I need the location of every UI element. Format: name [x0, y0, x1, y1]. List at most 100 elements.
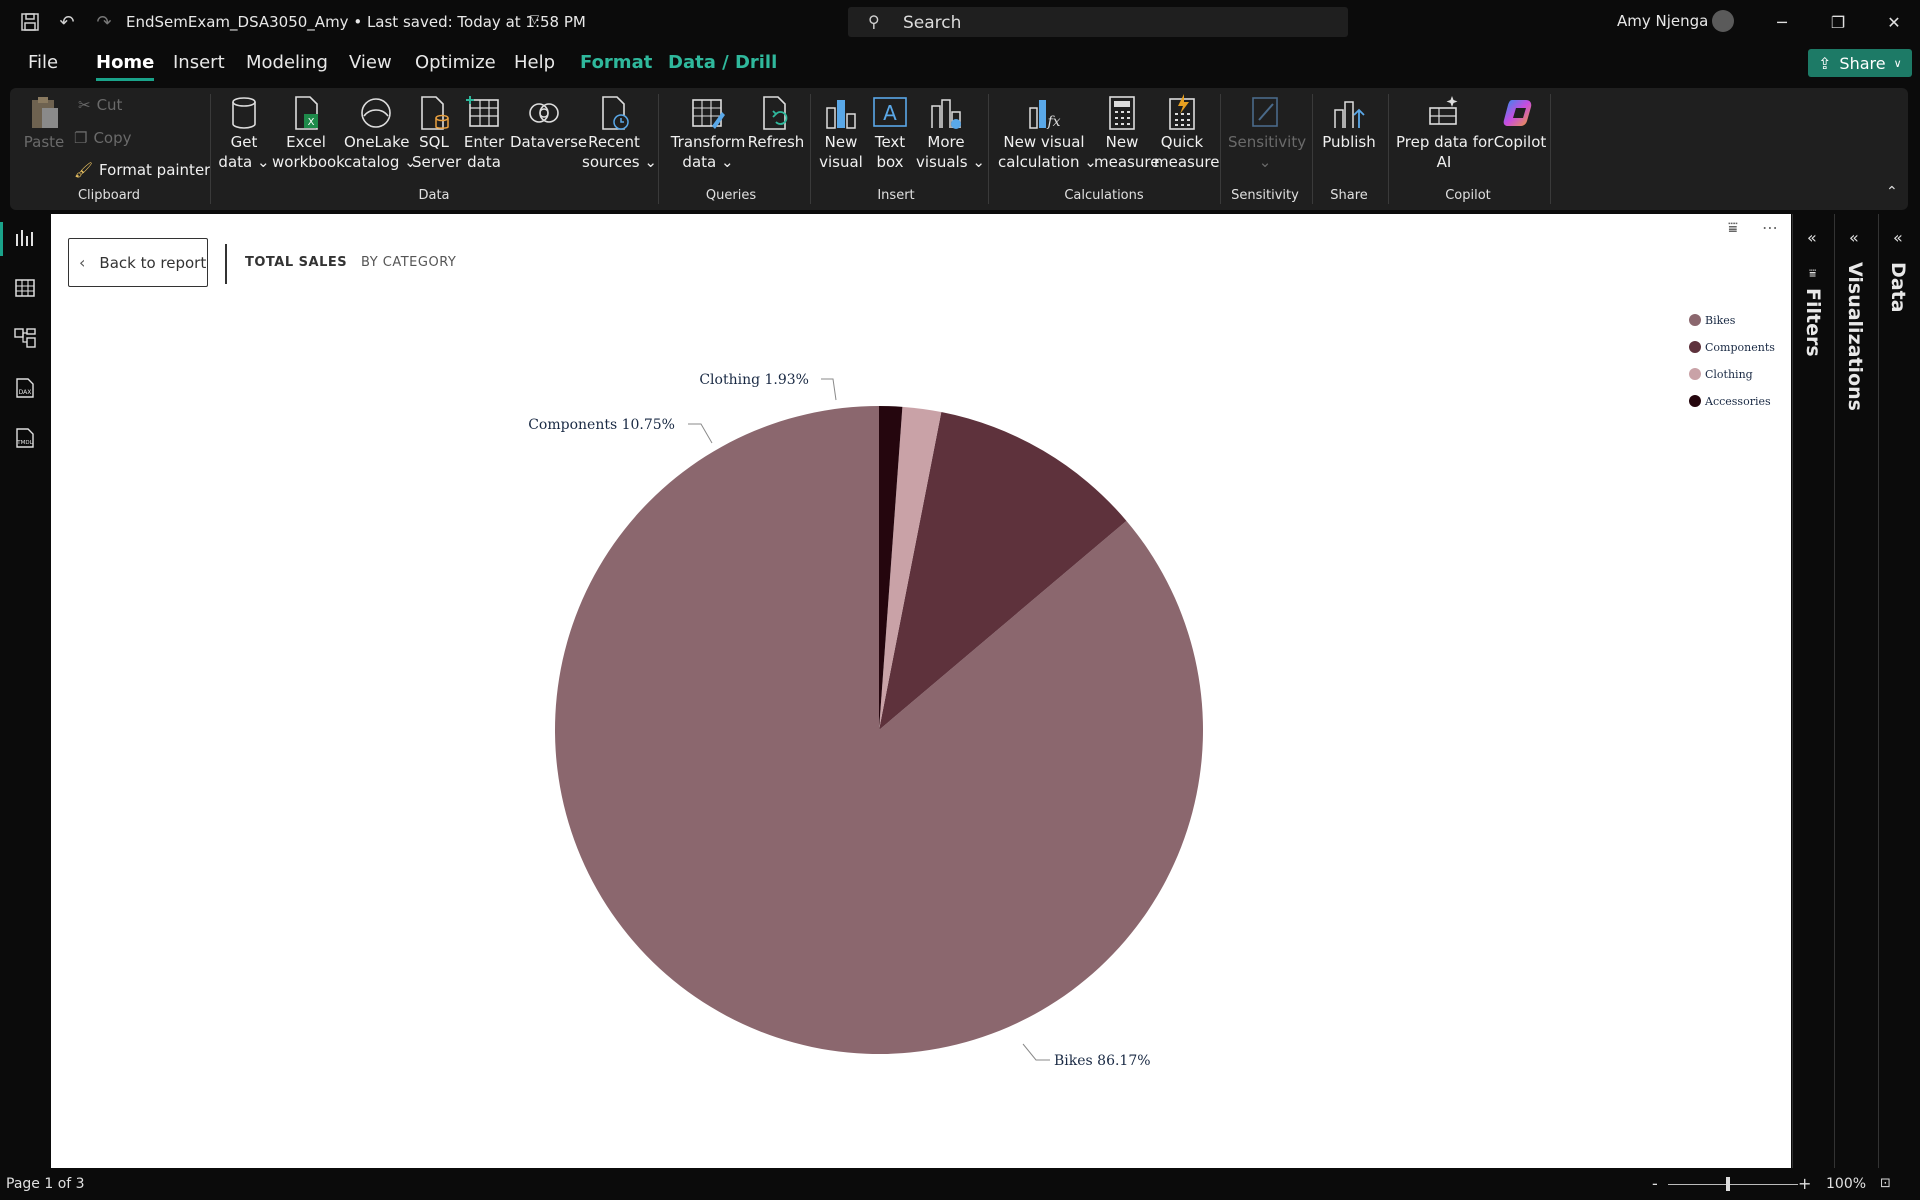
new-measure-button[interactable]: New measure [1094, 94, 1159, 172]
new-visual-label: New [824, 133, 858, 151]
publish-button[interactable]: Publish [1320, 94, 1378, 152]
refresh-button[interactable]: Refresh [746, 94, 806, 152]
svg-text:fx: fx [1046, 114, 1060, 130]
avatar[interactable] [1712, 10, 1734, 32]
title-dropdown-icon[interactable]: ▽ [530, 12, 539, 26]
table-view-icon[interactable] [13, 276, 37, 300]
search-icon: ⚲ [868, 12, 880, 31]
text-box-button[interactable]: A Text box [870, 94, 910, 172]
report-view-icon[interactable] [13, 226, 37, 250]
save-icon[interactable] [18, 10, 42, 34]
sql-label: SQL [419, 133, 449, 151]
zoom-out-button[interactable]: - [1652, 1174, 1658, 1193]
dataverse-button[interactable]: Dataverse [510, 94, 587, 152]
filter-icon: ⩸ [1809, 266, 1817, 280]
menu-insert[interactable]: Insert [173, 52, 225, 73]
quick-measure-label-2: measure [1154, 153, 1220, 171]
dax-query-view-icon[interactable]: DAX [13, 376, 37, 400]
legend-item-bikes[interactable]: Bikes [1705, 314, 1736, 327]
get-data-button[interactable]: Get data ⌄ [218, 94, 270, 172]
menu-optimize[interactable]: Optimize [415, 52, 496, 73]
new-visual-label-2: visual [819, 153, 863, 171]
chevron-left-icon[interactable]: « [1849, 228, 1859, 247]
transform-data-button[interactable]: Transform data ⌄ [670, 94, 746, 172]
active-view-indicator [0, 222, 3, 256]
close-icon[interactable]: ✕ [1874, 8, 1914, 36]
search-box[interactable]: ⚲ Search [848, 7, 1348, 37]
more-visuals-label-2: visuals ⌄ [916, 153, 985, 171]
menu-file[interactable]: File [28, 52, 58, 73]
copy-label: Copy [93, 129, 132, 147]
sql-label-2: Server [412, 153, 462, 171]
more-visuals-button[interactable]: More visuals ⌄ [916, 94, 985, 172]
cut-button[interactable]: ✂ Cut [78, 96, 122, 114]
quick-measure-button[interactable]: Quick measure [1154, 94, 1220, 172]
new-visual-button[interactable]: New visual [818, 94, 864, 172]
legend-item-clothing[interactable]: Clothing [1705, 368, 1753, 381]
publish-label: Publish [1322, 133, 1376, 151]
data-label-components: Components 10.75% [528, 417, 675, 433]
group-clipboard: Clipboard [77, 188, 141, 203]
copy-button[interactable]: ❐ Copy [74, 129, 132, 147]
report-canvas: ‹ Back to report TOTAL SALES BY CATEGORY… [51, 214, 1791, 1168]
legend-item-accessories[interactable]: Accessories [1704, 395, 1771, 408]
data-pane-title: Data [1887, 262, 1909, 313]
collapse-ribbon-icon[interactable]: ⌃ [1886, 184, 1898, 200]
menu-format[interactable]: Format [580, 52, 652, 73]
zoom-in-button[interactable]: + [1798, 1174, 1811, 1193]
menu-modeling[interactable]: Modeling [246, 52, 328, 73]
zoom-slider-thumb[interactable] [1726, 1177, 1730, 1191]
svg-text:X: X [308, 117, 315, 128]
document-title[interactable]: EndSemExam_DSA3050_Amy • Last saved: Tod… [126, 13, 586, 31]
copilot-button[interactable]: Copilot [1492, 94, 1548, 152]
chevron-down-icon: ∨ [1893, 56, 1902, 70]
minimize-icon[interactable]: ─ [1762, 8, 1802, 36]
visualizations-pane[interactable]: « Visualizations [1834, 214, 1878, 1168]
recent-sources-icon [602, 96, 629, 130]
title-bar: ↶ ↷ EndSemExam_DSA3050_Amy • Last saved:… [0, 0, 1920, 44]
refresh-label: Refresh [747, 133, 805, 151]
sensitivity-button[interactable]: Sensitivity ⌄ [1228, 94, 1306, 172]
prep-data-for-ai-button[interactable]: Prep data for AI [1396, 94, 1494, 172]
tmdl-view-icon[interactable]: TMDL [13, 426, 37, 450]
sql-server-button[interactable]: SQL Server [412, 94, 462, 172]
divider [1312, 94, 1313, 204]
divider [1550, 94, 1551, 204]
filters-pane-title: Filters [1802, 288, 1824, 357]
svg-text:TMDL: TMDL [16, 440, 33, 446]
fit-to-page-icon[interactable]: ⊡ [1880, 1176, 1891, 1191]
get-data-label-2: data ⌄ [218, 153, 270, 171]
undo-icon[interactable]: ↶ [55, 10, 79, 34]
group-insert: Insert [877, 188, 915, 203]
model-view-icon[interactable] [13, 326, 37, 350]
prep-data-label: Prep data for [1396, 133, 1494, 151]
group-sensitivity: Sensitivity [1231, 188, 1299, 203]
chevron-left-icon[interactable]: « [1893, 228, 1903, 247]
enter-data-button[interactable]: Enter data [462, 94, 506, 172]
legend-item-components[interactable]: Components [1705, 341, 1775, 354]
excel-workbook-button[interactable]: X Excel workbook [272, 94, 345, 172]
user-name[interactable]: Amy Njenga [1617, 12, 1708, 30]
zoom-slider[interactable] [1668, 1184, 1798, 1185]
data-pane[interactable]: « Data [1878, 214, 1920, 1168]
chevron-left-icon[interactable]: « [1807, 228, 1817, 247]
redo-icon[interactable]: ↷ [92, 10, 116, 34]
recent-sources-button[interactable]: Recent sources ⌄ [582, 94, 657, 172]
share-button[interactable]: ⇪ Share ∨ [1808, 49, 1912, 77]
legend-marker-bikes [1689, 314, 1701, 326]
pie-chart[interactable]: Bikes 86.17% Components 10.75% Clothing 1.… [51, 214, 1791, 1168]
menu-help[interactable]: Help [514, 52, 555, 73]
restore-icon[interactable]: ❐ [1818, 8, 1858, 36]
sensitivity-icon [1252, 97, 1278, 127]
copilot-label: Copilot [1493, 133, 1547, 151]
format-painter-button[interactable]: 🖌 Format painter [74, 161, 210, 179]
menu-home[interactable]: Home [96, 52, 155, 81]
new-measure-label: New [1105, 133, 1139, 151]
menu-bar: File Home Insert Modeling View Optimize … [0, 44, 1920, 84]
filters-pane[interactable]: « ⩸ Filters [1792, 214, 1834, 1168]
onelake-catalog-button[interactable]: OneLake catalog ⌄ [344, 94, 417, 172]
menu-data-drill[interactable]: Data / Drill [668, 52, 777, 73]
paste-button[interactable]: Paste [22, 94, 66, 152]
new-visual-calculation-button[interactable]: fx New visual calculation ⌄ [998, 94, 1097, 172]
menu-view[interactable]: View [349, 52, 392, 73]
